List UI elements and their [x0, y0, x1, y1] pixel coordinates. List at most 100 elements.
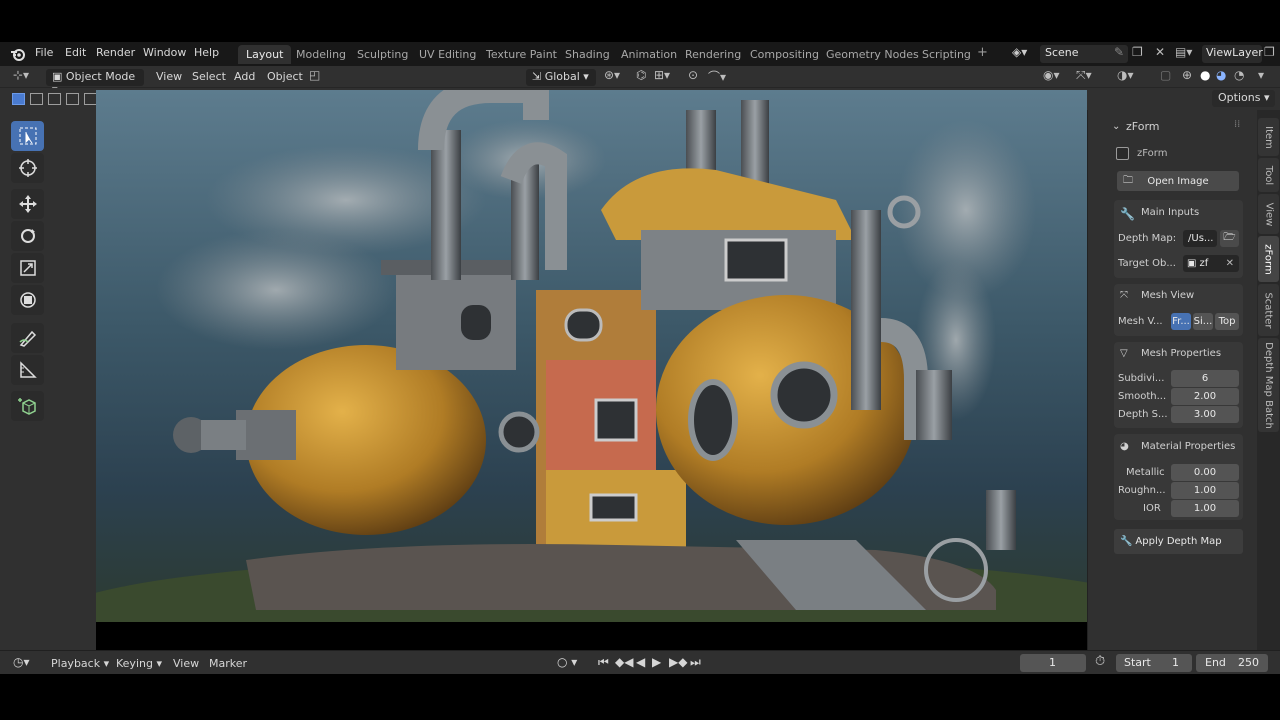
- menu-help[interactable]: Help: [194, 46, 219, 59]
- orientation-selector[interactable]: ⇲ Global ▾: [526, 69, 596, 86]
- mesh-view-side-button[interactable]: Si...: [1193, 313, 1213, 330]
- auto-keying-icon[interactable]: ○ ▾: [557, 655, 577, 669]
- move-tool[interactable]: [11, 189, 44, 219]
- current-frame-field[interactable]: 1: [1020, 654, 1086, 672]
- tab-rendering[interactable]: Rendering: [677, 45, 749, 64]
- mode-selector[interactable]: ▣ Object Mode ▾: [46, 69, 144, 96]
- new-scene-icon[interactable]: ❐: [1132, 45, 1143, 59]
- menu-keying[interactable]: Keying ▾: [116, 657, 162, 670]
- menu-file[interactable]: File: [35, 46, 53, 59]
- open-image-button[interactable]: 🗀 Open Image: [1117, 171, 1239, 191]
- rotate-tool[interactable]: [11, 221, 44, 251]
- subdivision-field[interactable]: 6: [1171, 370, 1239, 387]
- menu-marker[interactable]: Marker: [209, 657, 247, 670]
- tab-geometry-nodes[interactable]: Geometry Nodes: [818, 45, 927, 64]
- wireframe-shading-icon[interactable]: ⊕: [1182, 68, 1192, 82]
- tab-compositing[interactable]: Compositing: [742, 45, 827, 64]
- clear-target-icon[interactable]: ✕: [1226, 258, 1234, 269]
- delete-scene-icon[interactable]: ✕: [1155, 45, 1165, 59]
- tab-scatter[interactable]: Scatter: [1258, 284, 1279, 336]
- scale-tool[interactable]: [11, 253, 44, 283]
- falloff-icon[interactable]: ⌒▾: [708, 68, 726, 85]
- xray-icon[interactable]: ▢: [1160, 68, 1171, 82]
- tab-animation[interactable]: Animation: [613, 45, 685, 64]
- prev-keyframe-icon[interactable]: ◆◀: [615, 655, 633, 669]
- timeline-editor-icon[interactable]: ◷▾: [13, 655, 30, 669]
- material-shading-icon[interactable]: ◕: [1216, 68, 1226, 82]
- select-extend-icon[interactable]: [30, 93, 43, 105]
- annotate-tool[interactable]: [11, 323, 44, 353]
- editor-type-icon[interactable]: ⊹▾: [13, 68, 29, 82]
- object-options-icon[interactable]: ◰: [309, 68, 320, 82]
- jump-start-icon[interactable]: ⏮: [598, 655, 609, 670]
- cursor-tool[interactable]: [11, 153, 44, 183]
- depth-scale-field[interactable]: 3.00: [1171, 406, 1239, 423]
- menu-render[interactable]: Render: [96, 46, 135, 59]
- mesh-view-front-button[interactable]: Fr...: [1171, 313, 1191, 330]
- 3d-viewport[interactable]: [96, 90, 1087, 622]
- measure-tool[interactable]: [11, 355, 44, 385]
- blender-logo-icon[interactable]: [10, 46, 26, 62]
- tab-uv-editing[interactable]: UV Editing: [411, 45, 484, 64]
- browse-folder-button[interactable]: 🗁: [1220, 230, 1239, 247]
- metallic-field[interactable]: 0.00: [1171, 464, 1239, 481]
- tab-modeling[interactable]: Modeling: [288, 45, 354, 64]
- end-frame-field[interactable]: End 250: [1196, 654, 1268, 672]
- smooth-field[interactable]: 2.00: [1171, 388, 1239, 405]
- preview-range-icon[interactable]: ⏱: [1095, 654, 1105, 669]
- menu-edit[interactable]: Edit: [65, 46, 86, 59]
- start-frame-field[interactable]: Start 1: [1116, 654, 1192, 672]
- pin-icon[interactable]: ✎: [1114, 45, 1124, 59]
- overlay-icon[interactable]: ◑▾: [1117, 68, 1134, 82]
- pivot-icon[interactable]: ⊛▾: [604, 68, 620, 82]
- menu-playback[interactable]: Playback ▾: [51, 657, 109, 670]
- roughness-field[interactable]: 1.00: [1171, 482, 1239, 499]
- tab-zform[interactable]: zForm: [1258, 236, 1279, 282]
- menu-object[interactable]: Object: [261, 69, 309, 86]
- target-object-field[interactable]: ▣ zf ✕: [1183, 255, 1239, 272]
- tab-shading[interactable]: Shading: [557, 45, 618, 64]
- snap-icon[interactable]: ⌬: [636, 68, 646, 82]
- solid-shading-icon[interactable]: ●: [1200, 68, 1210, 82]
- apply-depth-map-button[interactable]: 🔧 Apply Depth Map: [1114, 529, 1243, 554]
- depth-map-path-field[interactable]: /Us...: [1183, 230, 1217, 247]
- play-icon[interactable]: ▶: [652, 655, 661, 669]
- drag-handle-icon[interactable]: ⁞⁞: [1234, 119, 1240, 130]
- menu-window[interactable]: Window: [143, 46, 186, 59]
- select-box-tool[interactable]: [11, 121, 44, 151]
- rendered-shading-icon[interactable]: ◔: [1234, 68, 1244, 82]
- ior-field[interactable]: 1.00: [1171, 500, 1239, 517]
- tab-view[interactable]: View: [1258, 194, 1279, 234]
- visibility-icon[interactable]: ◉▾: [1043, 68, 1060, 82]
- zform-checkbox[interactable]: [1116, 147, 1129, 160]
- tab-scripting[interactable]: Scripting: [914, 45, 979, 64]
- tab-tool[interactable]: Tool: [1258, 158, 1279, 192]
- tab-texture-paint[interactable]: Texture Paint: [478, 45, 565, 64]
- select-invert-icon[interactable]: [66, 93, 79, 105]
- view-layer-icon[interactable]: ▤▾: [1175, 45, 1192, 59]
- transform-tool[interactable]: [11, 285, 44, 315]
- collapse-chevron-icon[interactable]: ⌄: [1112, 121, 1120, 132]
- proportional-edit-icon[interactable]: ⊙: [688, 68, 698, 82]
- tab-sculpting[interactable]: Sculpting: [349, 45, 416, 64]
- add-workspace-icon[interactable]: +: [977, 45, 988, 60]
- tab-layout[interactable]: Layout: [238, 45, 292, 64]
- play-reverse-icon[interactable]: ◀: [636, 655, 645, 669]
- snap-target-icon[interactable]: ⊞▾: [654, 68, 670, 82]
- add-cube-tool[interactable]: [11, 391, 44, 421]
- select-new-icon[interactable]: [12, 93, 25, 105]
- options-dropdown[interactable]: Options ▾: [1212, 90, 1276, 107]
- scene-icon[interactable]: ◈▾: [1012, 45, 1027, 59]
- tab-item[interactable]: Item: [1258, 118, 1279, 156]
- new-view-layer-icon[interactable]: ❐: [1264, 45, 1275, 59]
- jump-end-icon[interactable]: ⏭: [690, 655, 701, 670]
- select-subtract-icon[interactable]: [48, 93, 61, 105]
- mesh-view-top-button[interactable]: Top: [1215, 313, 1239, 330]
- shading-options-icon[interactable]: ▾: [1258, 68, 1264, 82]
- next-keyframe-icon[interactable]: ▶◆: [669, 655, 687, 669]
- tab-depth-map-batch[interactable]: Depth Map Batch: [1258, 338, 1279, 432]
- menu-view[interactable]: View: [150, 69, 188, 86]
- menu-add[interactable]: Add: [228, 69, 261, 86]
- menu-timeline-view[interactable]: View: [173, 657, 199, 670]
- menu-select[interactable]: Select: [186, 69, 232, 86]
